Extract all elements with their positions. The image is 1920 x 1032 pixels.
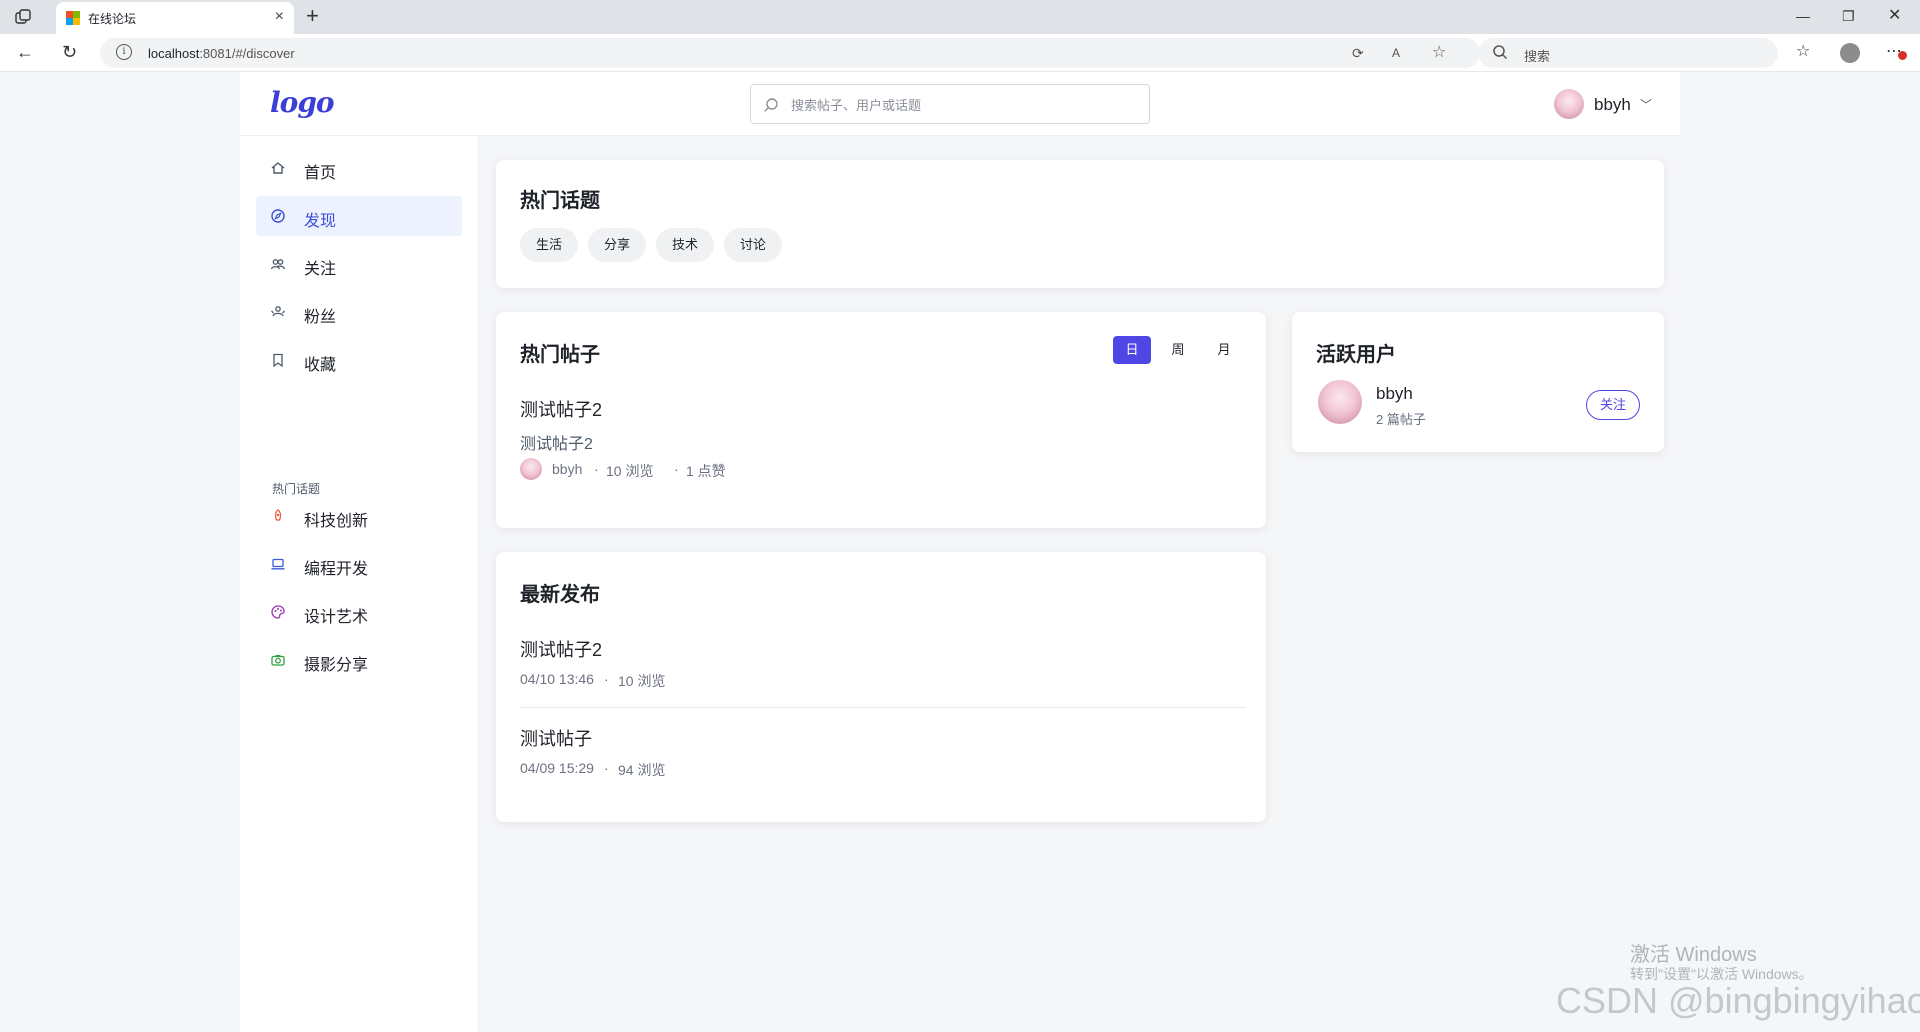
chevron-down-icon: ﹀	[1640, 98, 1653, 112]
post-author[interactable]: bbyh	[552, 461, 582, 477]
workspaces-icon[interactable]	[14, 8, 32, 26]
window-close-icon[interactable]: ✕	[1888, 6, 1901, 26]
meta-separator: ·	[594, 461, 599, 477]
post-time: 04/09 15:29	[520, 760, 594, 776]
hot-post-meta: bbyh · 10 浏览 · 1 点赞	[520, 458, 920, 480]
tab-title: 在线论坛	[88, 12, 137, 26]
follow-button[interactable]: 关注	[1586, 390, 1640, 420]
sidebar-item-discover[interactable]: 发现	[256, 196, 462, 236]
sidebar-item-bookmarks[interactable]: 收藏	[256, 340, 462, 380]
site-search-input[interactable]	[791, 94, 1131, 116]
site-logo[interactable]: logo	[270, 86, 335, 119]
site-info-icon[interactable]: i	[116, 44, 132, 60]
profile-avatar-icon[interactable]	[1840, 43, 1860, 63]
range-week-button[interactable]: 周	[1159, 336, 1197, 364]
sidebar-topic-programming[interactable]: 编程开发	[256, 544, 462, 584]
home-icon	[271, 162, 285, 174]
bookmark-icon	[273, 353, 283, 368]
read-aloud-icon[interactable]: A	[1392, 44, 1400, 62]
users-icon	[270, 259, 286, 270]
hot-posts-card: 热门帖子 日 周 月 测试帖子2 测试帖子2 bbyh · 10 浏览 · 1 …	[496, 312, 1266, 528]
range-day-button[interactable]: 日	[1113, 336, 1151, 364]
post-views: 94 浏览	[618, 762, 666, 778]
post-time: 04/10 13:46	[520, 671, 594, 687]
user-avatar	[1554, 89, 1584, 119]
post-views: 10 浏览	[606, 463, 654, 479]
active-users-card: 活跃用户 bbyh 2 篇帖子 关注	[1292, 312, 1664, 452]
hot-topics-card: 热门话题 生活 分享 技术 讨论	[496, 160, 1664, 288]
back-icon[interactable]: ←	[16, 42, 34, 62]
active-user-avatar[interactable]	[1318, 380, 1362, 424]
hot-post-title[interactable]: 测试帖子2	[520, 396, 602, 422]
camera-icon	[271, 655, 285, 666]
active-user-post-count: 2 篇帖子	[1376, 412, 1426, 427]
sidebar-topics-heading: 热门话题	[272, 482, 321, 496]
topic-tag-discussion[interactable]: 讨论	[724, 228, 783, 262]
tab-close-icon[interactable]: ×	[275, 9, 284, 25]
sidebar-topic-design[interactable]: 设计艺术	[256, 592, 462, 632]
favorite-star-icon[interactable]: ☆	[1432, 44, 1446, 62]
reload-icon[interactable]: ↻	[62, 42, 77, 62]
list-divider	[520, 707, 1246, 708]
restore-icon[interactable]: ❐	[1842, 6, 1855, 26]
active-user-name[interactable]: bbyh	[1376, 384, 1413, 404]
activate-windows-title: 激活 Windows	[1630, 944, 1757, 966]
minimize-icon[interactable]: —	[1796, 6, 1810, 26]
translate-icon[interactable]: ⟳	[1352, 44, 1364, 62]
sidebar: 首页 发现 关注 粉丝 收藏 热门话题 科技创新 编程开发 设计艺术 摄影分享	[240, 136, 479, 1032]
fans-icon	[271, 306, 285, 317]
meta-separator: ·	[604, 671, 609, 687]
latest-posts-title: 最新发布	[520, 584, 600, 606]
site-header: logo bbyh ﹀	[240, 72, 1680, 136]
latest-posts-card: 最新发布 测试帖子2 04/10 13:46 · 10 浏览 测试帖子 04/0…	[496, 552, 1266, 822]
topic-tag-life[interactable]: 生活	[520, 228, 579, 262]
meta-separator: ·	[674, 461, 679, 477]
compass-icon	[271, 209, 285, 223]
browser-tab-bar: 在线论坛 × + — ❐ ✕	[0, 0, 1920, 34]
url-text: localhost:8081/#/discover	[148, 46, 295, 61]
hot-topics-title: 热门话题	[520, 190, 600, 212]
url-field[interactable]: i localhost:8081/#/discover ⟳ A ☆	[100, 38, 1480, 68]
topic-tag-tech[interactable]: 技术	[656, 228, 715, 262]
sidebar-topic-tech[interactable]: 科技创新	[256, 496, 462, 536]
latest-post-title[interactable]: 测试帖子2	[520, 636, 602, 662]
hot-post-excerpt: 测试帖子2	[520, 436, 593, 453]
site-favicon-icon	[66, 11, 80, 25]
sidebar-item-home[interactable]: 首页	[256, 148, 462, 188]
notification-badge	[1898, 51, 1907, 60]
palette-icon	[271, 605, 285, 619]
csdn-watermark: CSDN @bingbingyihao	[1556, 980, 1920, 1021]
browser-address-bar: ← ↻ i localhost:8081/#/discover ⟳ A ☆ 搜索…	[0, 34, 1920, 72]
range-month-button[interactable]: 月	[1205, 336, 1243, 364]
latest-post-meta: 04/09 15:29 · 94 浏览	[520, 757, 920, 779]
search-icon	[1493, 45, 1508, 60]
site-search-box	[750, 84, 1150, 124]
latest-post-meta: 04/10 13:46 · 10 浏览	[520, 668, 920, 690]
page-viewport: logo bbyh ﹀ 首页 发现	[0, 72, 1920, 1032]
post-views: 10 浏览	[618, 673, 666, 689]
latest-post-title[interactable]: 测试帖子	[520, 725, 592, 751]
sidebar-item-fans[interactable]: 粉丝	[256, 292, 462, 332]
hot-posts-title: 热门帖子	[520, 344, 600, 366]
browser-tab[interactable]: 在线论坛 ×	[56, 2, 294, 34]
meta-separator: ·	[604, 760, 609, 776]
active-users-title: 活跃用户	[1316, 344, 1396, 366]
new-tab-icon[interactable]: +	[306, 5, 319, 27]
rocket-icon	[274, 509, 282, 521]
post-likes: 1 点赞	[686, 463, 726, 479]
laptop-icon	[271, 558, 285, 570]
sidebar-item-following[interactable]: 关注	[256, 244, 462, 284]
author-avatar	[520, 458, 542, 480]
favorites-list-icon[interactable]: ☆	[1796, 42, 1810, 62]
search-icon	[764, 98, 778, 112]
sidebar-topic-photography[interactable]: 摄影分享	[256, 640, 462, 680]
user-name: bbyh	[1594, 95, 1631, 114]
user-menu[interactable]: bbyh ﹀	[1554, 86, 1664, 122]
browser-search-field[interactable]: 搜索	[1478, 38, 1778, 68]
topic-tag-share[interactable]: 分享	[588, 228, 647, 262]
